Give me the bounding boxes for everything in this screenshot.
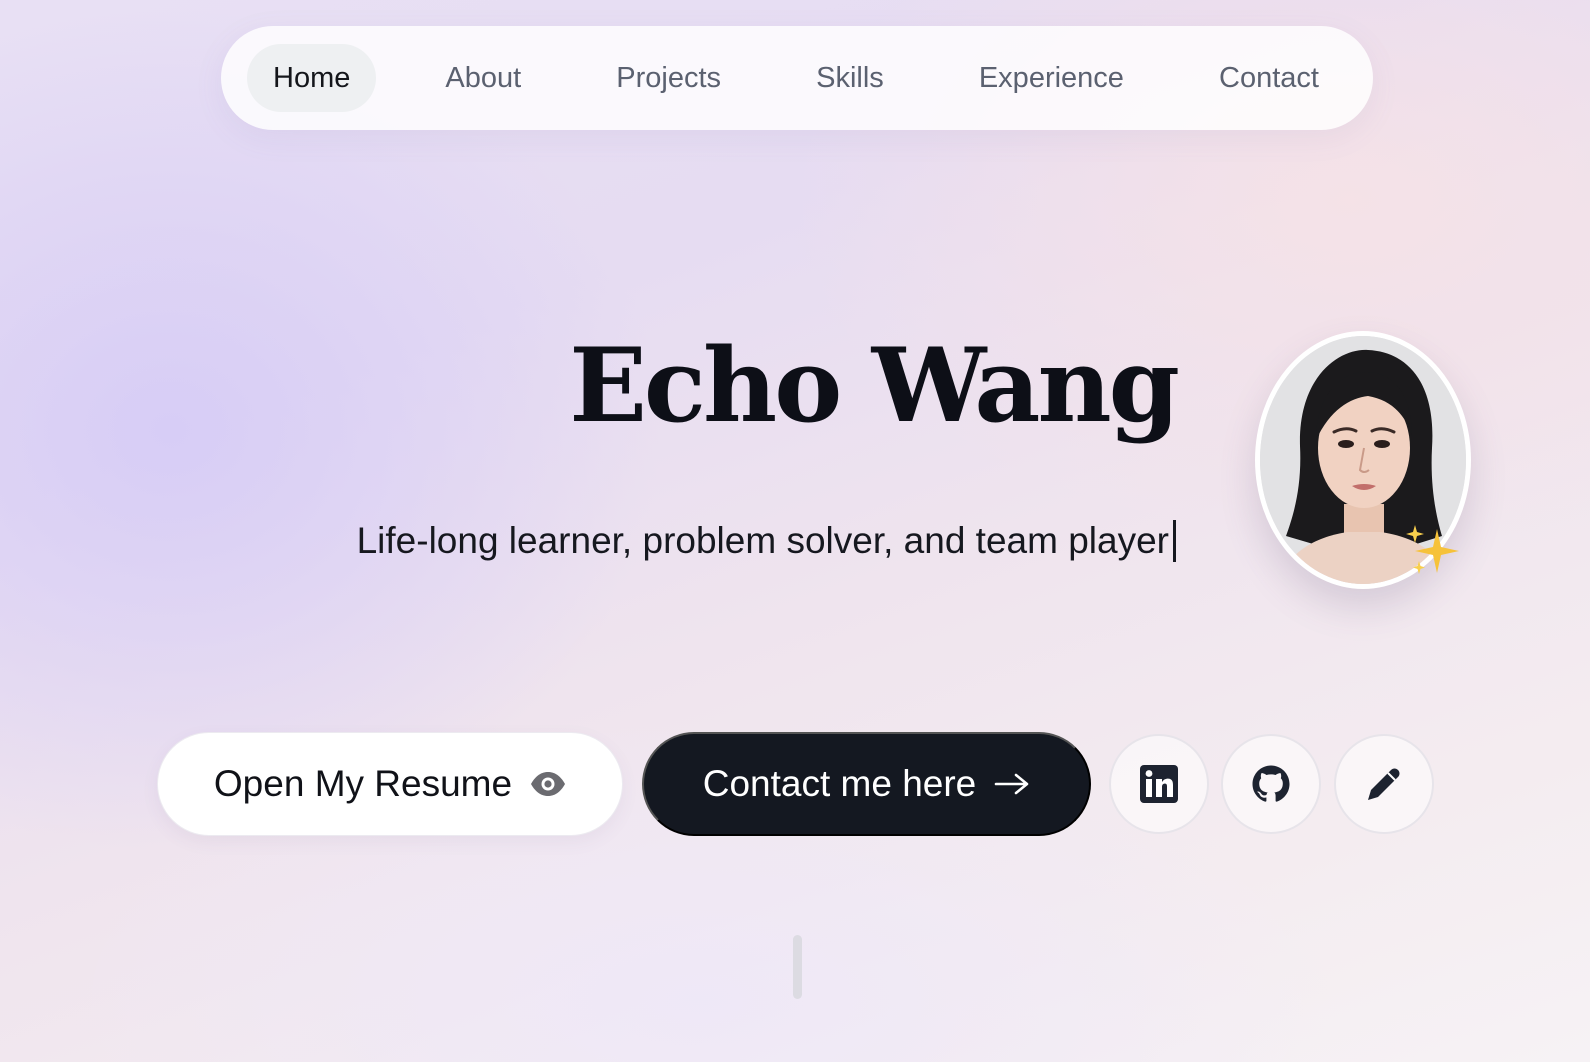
nav-item-experience[interactable]: Experience [953,44,1150,112]
open-resume-button[interactable]: Open My Resume [157,732,623,836]
linkedin-icon [1140,765,1178,803]
typing-caret [1173,520,1176,562]
nav-item-home[interactable]: Home [247,44,377,112]
scroll-indicator [793,935,802,999]
blog-button[interactable] [1334,734,1434,834]
github-icon [1252,765,1290,802]
nav-item-projects[interactable]: Projects [590,44,747,112]
nav-item-contact[interactable]: Contact [1193,44,1345,112]
top-navigation: Home About Projects Skills Experience Co… [221,26,1373,130]
nav-item-skills[interactable]: Skills [790,44,910,112]
contact-me-label: Contact me here [702,763,977,804]
pencil-icon [1368,768,1400,800]
linkedin-button[interactable] [1109,734,1209,834]
eye-icon [531,772,566,796]
nav-item-about[interactable]: About [419,44,547,112]
hero-tagline-text: Life-long learner, problem solver, and t… [356,520,1169,561]
github-button[interactable] [1221,734,1321,834]
contact-me-button[interactable]: Contact me here [642,732,1091,836]
hero-name: Echo Wang [569,326,1180,446]
open-resume-label: Open My Resume [213,763,513,804]
arrow-right-icon [994,773,1029,795]
hero-tagline: Life-long learner, problem solver, and t… [357,520,1176,562]
avatar-container [1255,331,1471,589]
sparkles-icon [1406,525,1459,574]
